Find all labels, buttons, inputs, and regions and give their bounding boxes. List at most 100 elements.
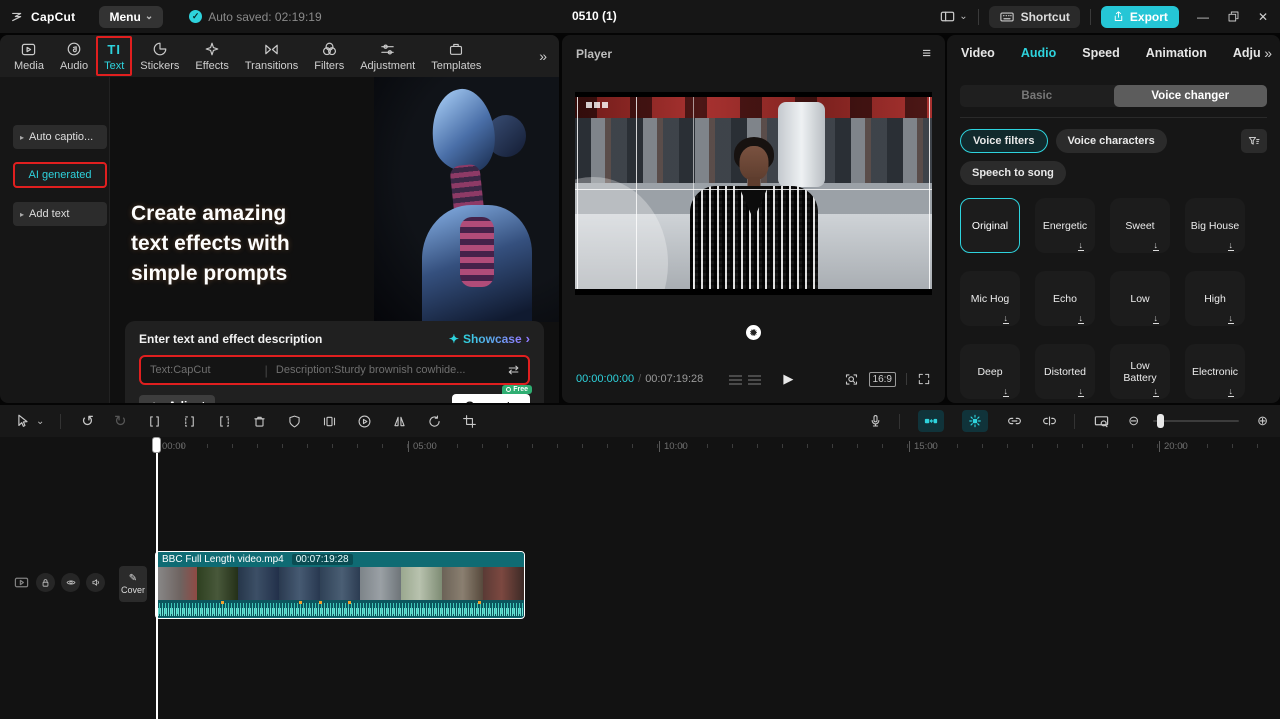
trash-icon: [252, 414, 267, 429]
tab-speed[interactable]: Speed: [1082, 46, 1120, 60]
tab-transitions[interactable]: Transitions: [237, 36, 306, 76]
rotate-handle[interactable]: [746, 325, 761, 340]
shuffle-icon[interactable]: ⇄: [508, 362, 519, 378]
voice-filter-low[interactable]: Low↓: [1110, 271, 1170, 326]
voice-filter-deep[interactable]: Deep↓: [960, 344, 1020, 399]
voice-filter-high[interactable]: High↓: [1185, 271, 1245, 326]
zoom-slider-knob[interactable]: [1157, 414, 1164, 428]
mute-track-button[interactable]: [86, 573, 105, 592]
auto-align-toggle[interactable]: [962, 410, 988, 432]
divider: [60, 414, 61, 429]
preview-quality-icon[interactable]: [844, 372, 859, 387]
chevron-right-icon: ›: [526, 331, 530, 346]
shield-mask-icon: [287, 414, 302, 429]
voice-filter-sweet[interactable]: Sweet↓: [1110, 198, 1170, 253]
overlay-button[interactable]: [322, 414, 337, 429]
mirror-button[interactable]: [392, 414, 407, 429]
link-button[interactable]: [1006, 414, 1023, 428]
tab-overflow-button[interactable]: »: [539, 48, 547, 64]
crop-button[interactable]: [462, 414, 477, 429]
basic-tab[interactable]: Basic: [960, 85, 1114, 107]
autosave-status: ✓ Auto saved: 02:19:19: [189, 10, 321, 24]
tab-media[interactable]: Media: [6, 36, 52, 76]
playhead-handle[interactable]: [152, 437, 161, 453]
voice-filters-pill[interactable]: Voice filters: [960, 129, 1048, 153]
layout-toggle-button[interactable]: ⌄: [939, 8, 967, 25]
previous-frame-icon[interactable]: [729, 374, 742, 385]
voice-filter-echo[interactable]: Echo↓: [1035, 271, 1095, 326]
export-button[interactable]: Export: [1101, 6, 1179, 28]
tab-audio[interactable]: Audio: [52, 36, 96, 76]
lock-track-button[interactable]: [36, 573, 55, 592]
menu-button[interactable]: Menu ⌄: [99, 6, 163, 28]
tab-templates[interactable]: Templates: [423, 36, 489, 76]
tab-effects[interactable]: Effects: [187, 36, 236, 76]
sidebar-item-auto-captions[interactable]: ▸ Auto captio...: [13, 125, 107, 149]
tab-animation[interactable]: Animation: [1146, 46, 1207, 60]
minimize-button[interactable]: —: [1197, 10, 1209, 24]
voice-filter-mic-hog[interactable]: Mic Hog↓: [960, 271, 1020, 326]
tab-stickers[interactable]: Stickers: [132, 36, 187, 76]
timeline-ruler[interactable]: 00:00 05:00 10:00 15:00 20:00: [0, 437, 1280, 459]
record-voiceover-button[interactable]: [868, 413, 883, 429]
window-controls: — ✕: [1197, 10, 1268, 24]
microphone-icon: [868, 413, 883, 429]
maximize-button[interactable]: [1227, 10, 1240, 23]
magnetic-snap-toggle[interactable]: [918, 410, 944, 432]
mirror-icon: [392, 414, 407, 429]
delete-left-button[interactable]: [182, 414, 197, 429]
video-clip[interactable]: BBC Full Length video.mp4 00:07:19:28: [155, 551, 525, 619]
close-button[interactable]: ✕: [1258, 10, 1268, 24]
play-button[interactable]: ▶: [783, 371, 793, 387]
shortcut-button[interactable]: Shortcut: [989, 6, 1080, 28]
hide-track-button[interactable]: [61, 573, 80, 592]
fullscreen-icon[interactable]: [917, 372, 931, 386]
voice-filter-original[interactable]: Original: [960, 198, 1020, 253]
tab-text[interactable]: TI Text: [96, 36, 132, 76]
split-button[interactable]: [147, 414, 162, 429]
tab-audio[interactable]: Audio: [1021, 46, 1056, 60]
voice-filter-big-house[interactable]: Big House↓: [1185, 198, 1245, 253]
player-menu-icon[interactable]: ≡: [922, 46, 931, 61]
rotate-button[interactable]: [427, 414, 442, 429]
delete-button[interactable]: [252, 414, 267, 429]
tab-overflow-button[interactable]: »: [1264, 45, 1272, 61]
showcase-link[interactable]: ✦ Showcase ›: [449, 331, 530, 346]
voice-changer-tab[interactable]: Voice changer: [1114, 85, 1268, 107]
speech-to-song-pill[interactable]: Speech to song: [960, 161, 1066, 185]
aspect-ratio-button[interactable]: 16:9: [869, 372, 896, 387]
undo-button[interactable]: ↺: [81, 414, 94, 429]
tab-adjustment[interactable]: Adjustment: [352, 36, 423, 76]
tab-filters[interactable]: Filters: [306, 36, 352, 76]
video-preview[interactable]: [575, 92, 932, 295]
voice-filter-distorted[interactable]: Distorted↓: [1035, 344, 1095, 399]
ruler-label: 20:00: [1159, 441, 1188, 452]
redo-button[interactable]: ↻: [114, 414, 127, 429]
tab-video[interactable]: Video: [961, 46, 995, 60]
text-effect-input[interactable]: Text:CapCut | Description:Sturdy brownis…: [139, 355, 530, 385]
eye-icon: [65, 577, 77, 588]
voice-filter-electronic[interactable]: Electronic↓: [1185, 344, 1245, 399]
delete-right-button[interactable]: [217, 414, 232, 429]
zoom-in-button[interactable]: ⊕: [1257, 413, 1268, 429]
speed-button[interactable]: [357, 414, 372, 429]
generate-button[interactable]: Generate: [452, 394, 530, 403]
tab-adjustment-truncated[interactable]: Adju: [1233, 46, 1260, 60]
adjust-button[interactable]: Adjust: [139, 395, 215, 404]
preview-axis-button[interactable]: [1093, 414, 1110, 429]
sidebar-item-ai-generated[interactable]: AI generated: [13, 162, 107, 188]
playhead-line[interactable]: [156, 437, 158, 719]
voice-characters-pill[interactable]: Voice characters: [1056, 129, 1167, 153]
select-tool[interactable]: [14, 413, 30, 429]
mask-button[interactable]: [287, 414, 302, 429]
sidebar-item-add-text[interactable]: ▸ Add text: [13, 202, 107, 226]
cover-button[interactable]: ✎ Cover: [119, 566, 147, 602]
select-tool-dropdown[interactable]: ⌄: [36, 416, 44, 427]
next-frame-icon[interactable]: [748, 374, 761, 385]
voice-filter-energetic[interactable]: Energetic↓: [1035, 198, 1095, 253]
voice-filter-low-battery[interactable]: Low Battery↓: [1110, 344, 1170, 399]
timeline-zoom-slider[interactable]: [1153, 420, 1239, 422]
filter-sort-button[interactable]: [1241, 129, 1267, 153]
zoom-out-button[interactable]: ⊖: [1128, 413, 1139, 429]
unlink-button[interactable]: [1041, 414, 1058, 428]
